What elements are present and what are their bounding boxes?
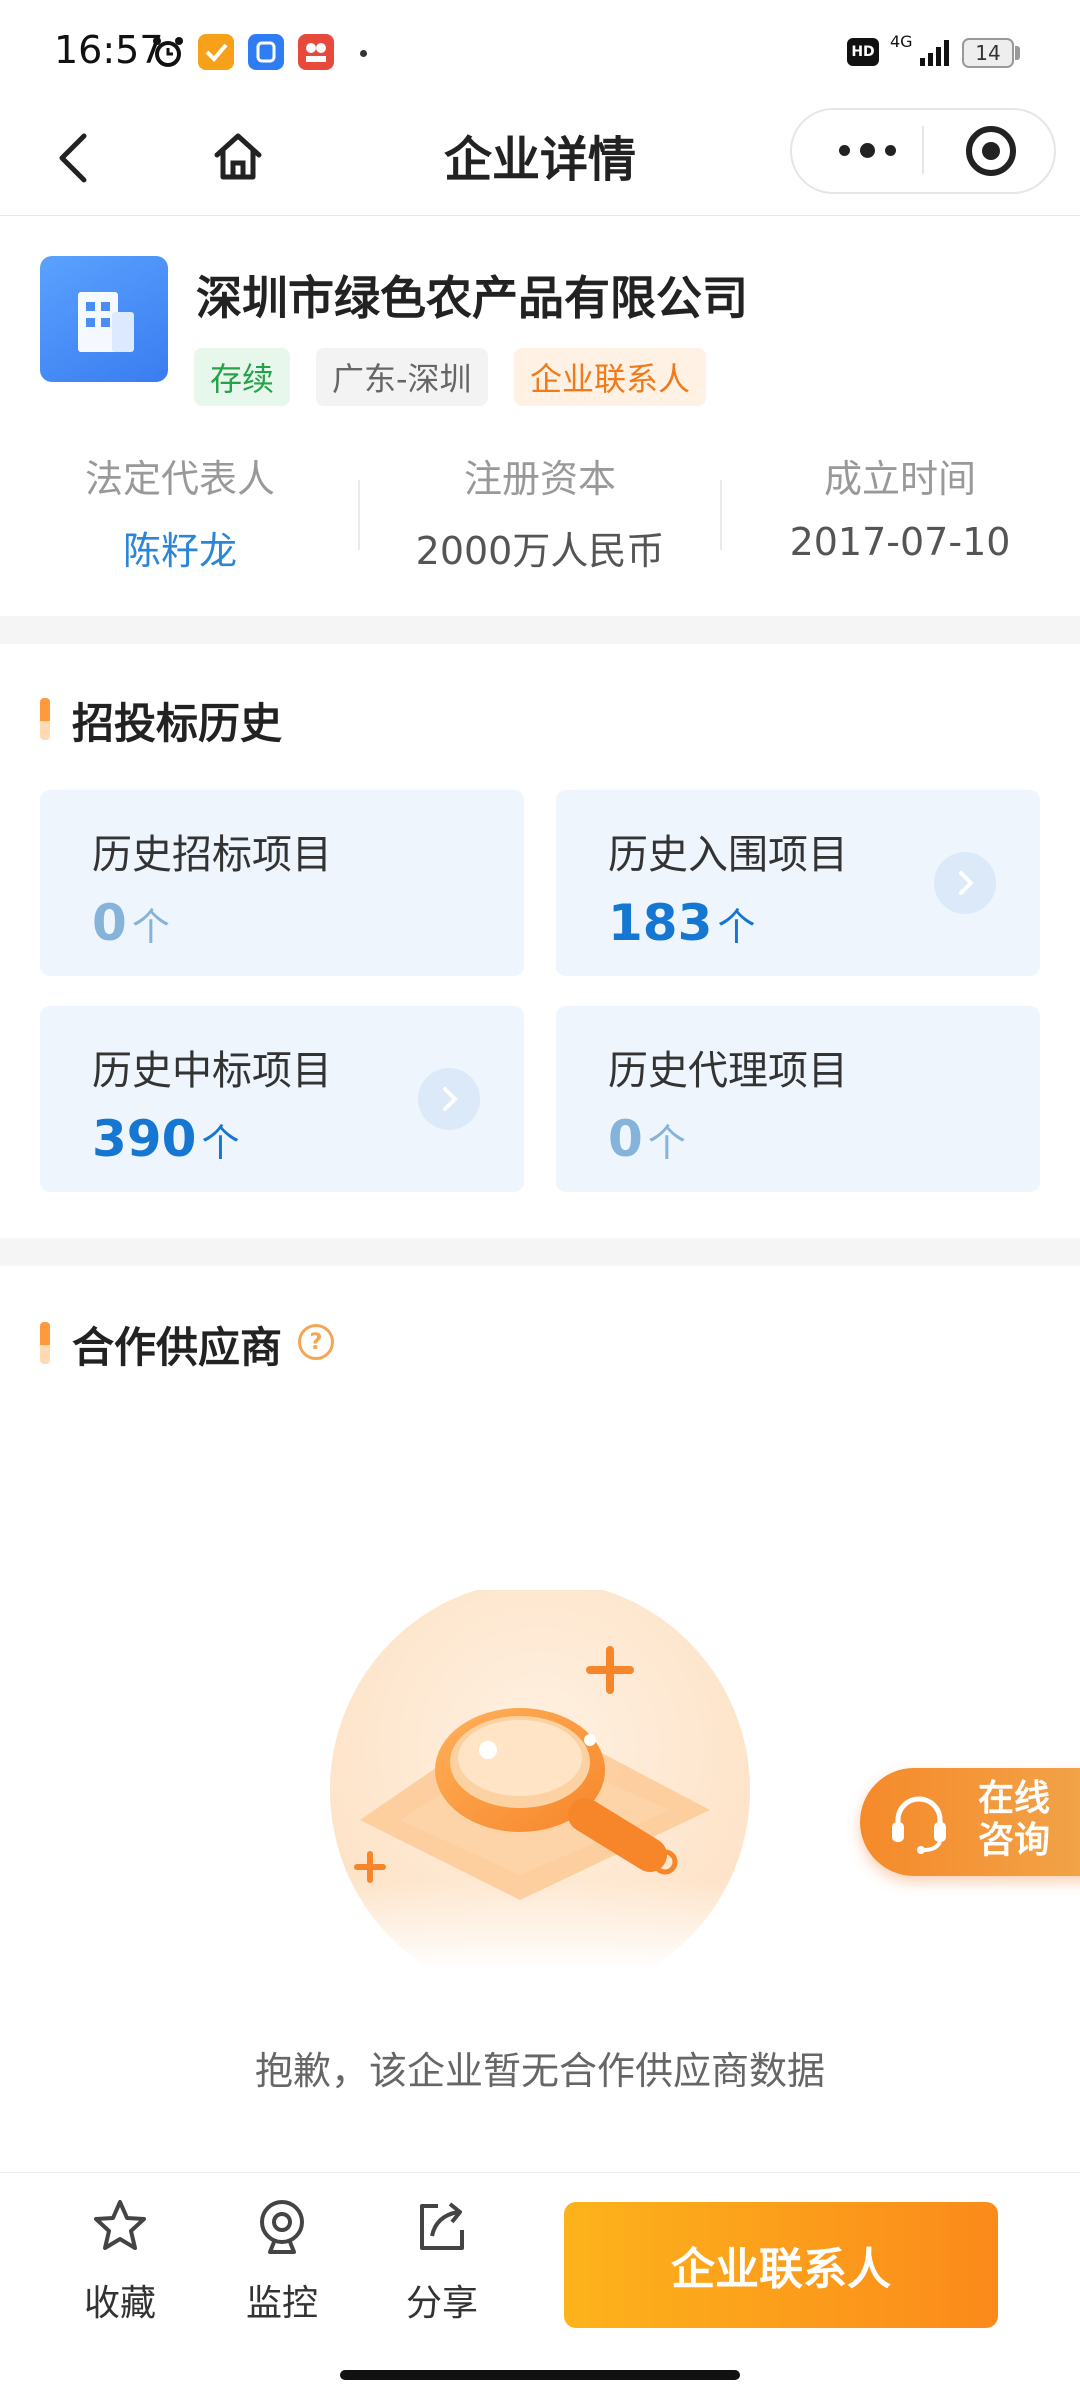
tile-label: 历史代理项目 — [608, 1048, 848, 1094]
tile-unit: 个 — [201, 1121, 240, 1165]
notification-dot — [360, 50, 367, 57]
contact-badge[interactable]: 企业联系人 — [514, 348, 707, 406]
share-icon — [420, 2202, 464, 2250]
empty-search-illustration — [320, 1590, 760, 1970]
tile-agency-history[interactable]: 历史代理项目 0 个 — [556, 1006, 1040, 1192]
tile-count: 0 — [608, 1110, 643, 1168]
chevron-left-icon — [59, 133, 87, 183]
tile-count: 183 — [608, 894, 713, 952]
home-indicator — [340, 2370, 740, 2380]
page-title: 企业详情 — [443, 132, 636, 188]
share-label: 分享 — [405, 2283, 478, 2324]
network-type: 4G — [890, 32, 913, 51]
favorite-button[interactable]: 收藏 — [60, 2196, 180, 2326]
tile-unit: 个 — [131, 905, 170, 949]
tile-win-history[interactable]: 历史中标项目 390 个 — [40, 1006, 524, 1192]
signal-icon — [920, 40, 949, 66]
tile-label: 历史入围项目 — [608, 832, 848, 878]
empty-message: 抱歉，该企业暂无合作供应商数据 — [254, 2049, 825, 2093]
tile-label: 历史中标项目 — [92, 1048, 332, 1094]
battery-indicator: 14 — [962, 38, 1014, 68]
tile-count-wrap: 0 个 — [92, 894, 170, 952]
tile-count-wrap: 390 个 — [92, 1110, 239, 1168]
tile-label: 历史招标项目 — [92, 832, 332, 878]
red-app-icon — [298, 34, 334, 70]
monitor-button[interactable]: 监控 — [222, 2196, 342, 2326]
status-time: 16:57 — [54, 28, 164, 72]
home-icon — [214, 133, 262, 180]
tile-count-wrap: 0 个 — [608, 1110, 686, 1168]
chevron-right-icon — [418, 1068, 480, 1130]
tile-shortlist-history[interactable]: 历史入围项目 183 个 — [556, 790, 1040, 976]
founded-label: 成立时间 — [823, 457, 976, 501]
bidding-title: 招投标历史 — [72, 699, 283, 748]
status-badge: 存续 — [194, 348, 291, 406]
back-button[interactable] — [44, 128, 104, 188]
capsule-divider — [922, 126, 924, 174]
tile-count: 390 — [92, 1110, 197, 1168]
enterprise-contact-button[interactable]: 企业联系人 — [564, 2202, 998, 2328]
founded-value: 2017-07-10 — [789, 520, 1011, 564]
monitor-label: 监控 — [245, 2283, 318, 2324]
share-button[interactable]: 分享 — [382, 2196, 502, 2326]
star-icon — [94, 2200, 146, 2250]
building-icon — [78, 292, 134, 352]
check-app-icon — [198, 34, 234, 70]
tile-unit: 个 — [717, 905, 756, 949]
close-target-button[interactable] — [966, 126, 1016, 176]
section-marker — [40, 698, 50, 740]
stat-divider — [720, 480, 722, 550]
tile-unit: 个 — [647, 1121, 686, 1165]
alarm-icon — [153, 37, 183, 67]
home-button[interactable] — [204, 122, 272, 190]
chevron-right-icon — [934, 852, 996, 914]
shield-app-icon — [248, 34, 284, 70]
tile-tender-history[interactable]: 历史招标项目 0 个 — [40, 790, 524, 976]
battery-nub — [1015, 46, 1020, 60]
legal-rep-link[interactable]: 陈籽龙 — [40, 520, 320, 575]
hd-badge: HD — [847, 38, 879, 66]
company-logo — [40, 256, 168, 382]
camera-monitor-icon — [260, 2200, 304, 2254]
region-badge: 广东-深圳 — [316, 348, 488, 406]
more-button[interactable] — [822, 124, 912, 176]
stat-divider — [358, 480, 360, 550]
legal-rep-label: 法定代表人 — [84, 457, 275, 501]
favorite-label: 收藏 — [83, 2283, 156, 2324]
headset-icon — [892, 1796, 946, 1854]
company-name: 深圳市绿色农产品有限公司 — [196, 271, 748, 325]
capital-label: 注册资本 — [463, 457, 616, 501]
section-marker — [40, 1322, 50, 1364]
tile-count: 0 — [92, 894, 127, 952]
capital-value: 2000万人民币 — [415, 529, 665, 573]
help-icon[interactable]: ? — [298, 1324, 334, 1360]
consult-label: 在线 咨询 — [978, 1778, 1051, 1861]
suppliers-title: 合作供应商 — [72, 1323, 283, 1372]
tile-count-wrap: 183 个 — [608, 894, 755, 952]
